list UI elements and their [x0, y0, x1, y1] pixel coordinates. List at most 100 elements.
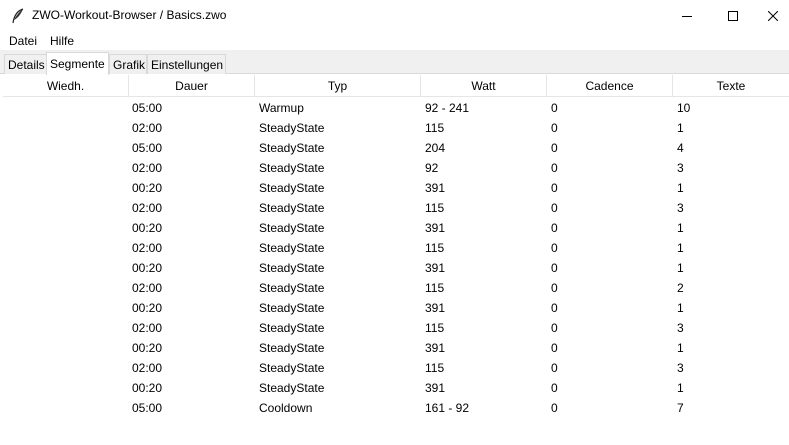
cell-watt: 204	[425, 141, 446, 155]
table-row[interactable]: 00:20 SteadyState 391 0 1	[3, 218, 789, 238]
table-row[interactable]: 05:00 SteadyState 204 0 4	[3, 138, 789, 158]
cell-texte: 3	[677, 201, 684, 215]
table-row[interactable]: 02:00 SteadyState 115 0 1	[3, 238, 789, 258]
cell-dauer: 05:00	[132, 101, 163, 115]
table-row[interactable]: 00:20 SteadyState 391 0 1	[3, 378, 789, 398]
cell-dauer: 00:20	[132, 301, 163, 315]
cell-cadence: 0	[551, 121, 558, 135]
table-row[interactable]: 00:20 SteadyState 391 0 1	[3, 298, 789, 318]
table-row[interactable]: 05:00 Warmup 92 - 241 0 10	[3, 98, 789, 118]
column-header-wiedh[interactable]: Wiedh.	[3, 75, 129, 97]
cell-typ: SteadyState	[259, 341, 325, 355]
cell-texte: 1	[677, 301, 684, 315]
cell-cadence: 0	[551, 301, 558, 315]
cell-cadence: 0	[551, 281, 558, 295]
cell-cadence: 0	[551, 241, 558, 255]
cell-dauer: 02:00	[132, 321, 163, 335]
cell-dauer: 00:20	[132, 381, 163, 395]
table-row[interactable]: 02:00 SteadyState 115 0 3	[3, 198, 789, 218]
cell-dauer: 05:00	[132, 141, 163, 155]
cell-watt: 391	[425, 381, 446, 395]
cell-dauer: 05:00	[132, 401, 163, 415]
cell-typ: SteadyState	[259, 321, 325, 335]
cell-dauer: 00:20	[132, 261, 163, 275]
tab-segmente[interactable]: Segmente	[46, 52, 109, 75]
close-button[interactable]	[756, 0, 789, 31]
cell-texte: 1	[677, 181, 684, 195]
cell-dauer: 00:20	[132, 341, 163, 355]
column-header-dauer[interactable]: Dauer	[129, 75, 255, 97]
cell-watt: 115	[425, 201, 445, 215]
maximize-icon	[728, 10, 738, 21]
cell-dauer: 02:00	[132, 201, 163, 215]
cell-cadence: 0	[551, 341, 558, 355]
table-row[interactable]: 05:00 Cooldown 161 - 92 0 7	[3, 398, 789, 418]
cell-dauer: 02:00	[132, 241, 163, 255]
segments-table[interactable]: Wiedh. Dauer Typ Watt Cadence Texte 05:0…	[3, 75, 789, 445]
cell-watt: 115	[425, 361, 445, 375]
menu-datei[interactable]: Datei	[9, 34, 37, 48]
cell-texte: 2	[677, 281, 684, 295]
table-row[interactable]: 00:20 SteadyState 391 0 1	[3, 338, 789, 358]
cell-texte: 3	[677, 161, 684, 175]
cell-typ: SteadyState	[259, 281, 325, 295]
cell-watt: 115	[425, 241, 445, 255]
cell-watt: 92	[425, 161, 439, 175]
cell-cadence: 0	[551, 381, 558, 395]
cell-cadence: 0	[551, 201, 558, 215]
cell-texte: 3	[677, 321, 684, 335]
cell-texte: 1	[677, 241, 684, 255]
cell-dauer: 02:00	[132, 281, 163, 295]
menu-bar: Datei Hilfe	[0, 31, 789, 50]
cell-typ: SteadyState	[259, 361, 325, 375]
cell-texte: 7	[677, 401, 684, 415]
cell-cadence: 0	[551, 181, 558, 195]
cell-cadence: 0	[551, 321, 558, 335]
table-row[interactable]: 02:00 SteadyState 115 0 3	[3, 358, 789, 378]
table-row[interactable]: 02:00 SteadyState 92 0 3	[3, 158, 789, 178]
table-row[interactable]: 00:20 SteadyState 391 0 1	[3, 258, 789, 278]
cell-watt: 391	[425, 261, 446, 275]
cell-texte: 1	[677, 221, 684, 235]
cell-watt: 391	[425, 341, 446, 355]
cell-typ: SteadyState	[259, 201, 325, 215]
cell-watt: 115	[425, 321, 445, 335]
cell-texte: 1	[677, 261, 684, 275]
cell-texte: 4	[677, 141, 684, 155]
close-icon	[767, 10, 778, 21]
column-header-cadence[interactable]: Cadence	[547, 75, 673, 97]
table-row[interactable]: 02:00 SteadyState 115 0 2	[3, 278, 789, 298]
cell-watt: 115	[425, 121, 445, 135]
cell-typ: SteadyState	[259, 161, 325, 175]
table-row[interactable]: 02:00 SteadyState 115 0 1	[3, 118, 789, 138]
column-header-texte[interactable]: Texte	[673, 75, 789, 97]
tab-grafik[interactable]: Grafik	[109, 54, 147, 74]
cell-dauer: 00:20	[132, 221, 163, 235]
table-row[interactable]: 00:20 SteadyState 391 0 1	[3, 178, 789, 198]
cell-cadence: 0	[551, 161, 558, 175]
column-header-typ[interactable]: Typ	[255, 75, 421, 97]
cell-typ: SteadyState	[259, 381, 325, 395]
cell-cadence: 0	[551, 221, 558, 235]
table-header: Wiedh. Dauer Typ Watt Cadence Texte	[3, 75, 789, 97]
cell-typ: SteadyState	[259, 181, 325, 195]
menu-hilfe[interactable]: Hilfe	[50, 34, 74, 48]
cell-texte: 1	[677, 381, 684, 395]
minimize-icon	[682, 15, 692, 17]
cell-typ: SteadyState	[259, 121, 325, 135]
cell-dauer: 02:00	[132, 161, 163, 175]
tab-einstellungen[interactable]: Einstellungen	[147, 54, 226, 74]
cell-watt: 391	[425, 221, 446, 235]
maximize-button[interactable]	[710, 0, 756, 31]
cell-cadence: 0	[551, 141, 558, 155]
table-row[interactable]: 02:00 SteadyState 115 0 3	[3, 318, 789, 338]
tab-details[interactable]: Details	[4, 54, 47, 74]
minimize-button[interactable]	[664, 0, 710, 31]
cell-texte: 1	[677, 121, 684, 135]
cell-typ: SteadyState	[259, 241, 325, 255]
cell-typ: SteadyState	[259, 221, 325, 235]
cell-watt: 391	[425, 181, 446, 195]
column-header-watt[interactable]: Watt	[421, 75, 547, 97]
cell-texte: 3	[677, 361, 684, 375]
cell-watt: 92 - 241	[425, 101, 470, 115]
